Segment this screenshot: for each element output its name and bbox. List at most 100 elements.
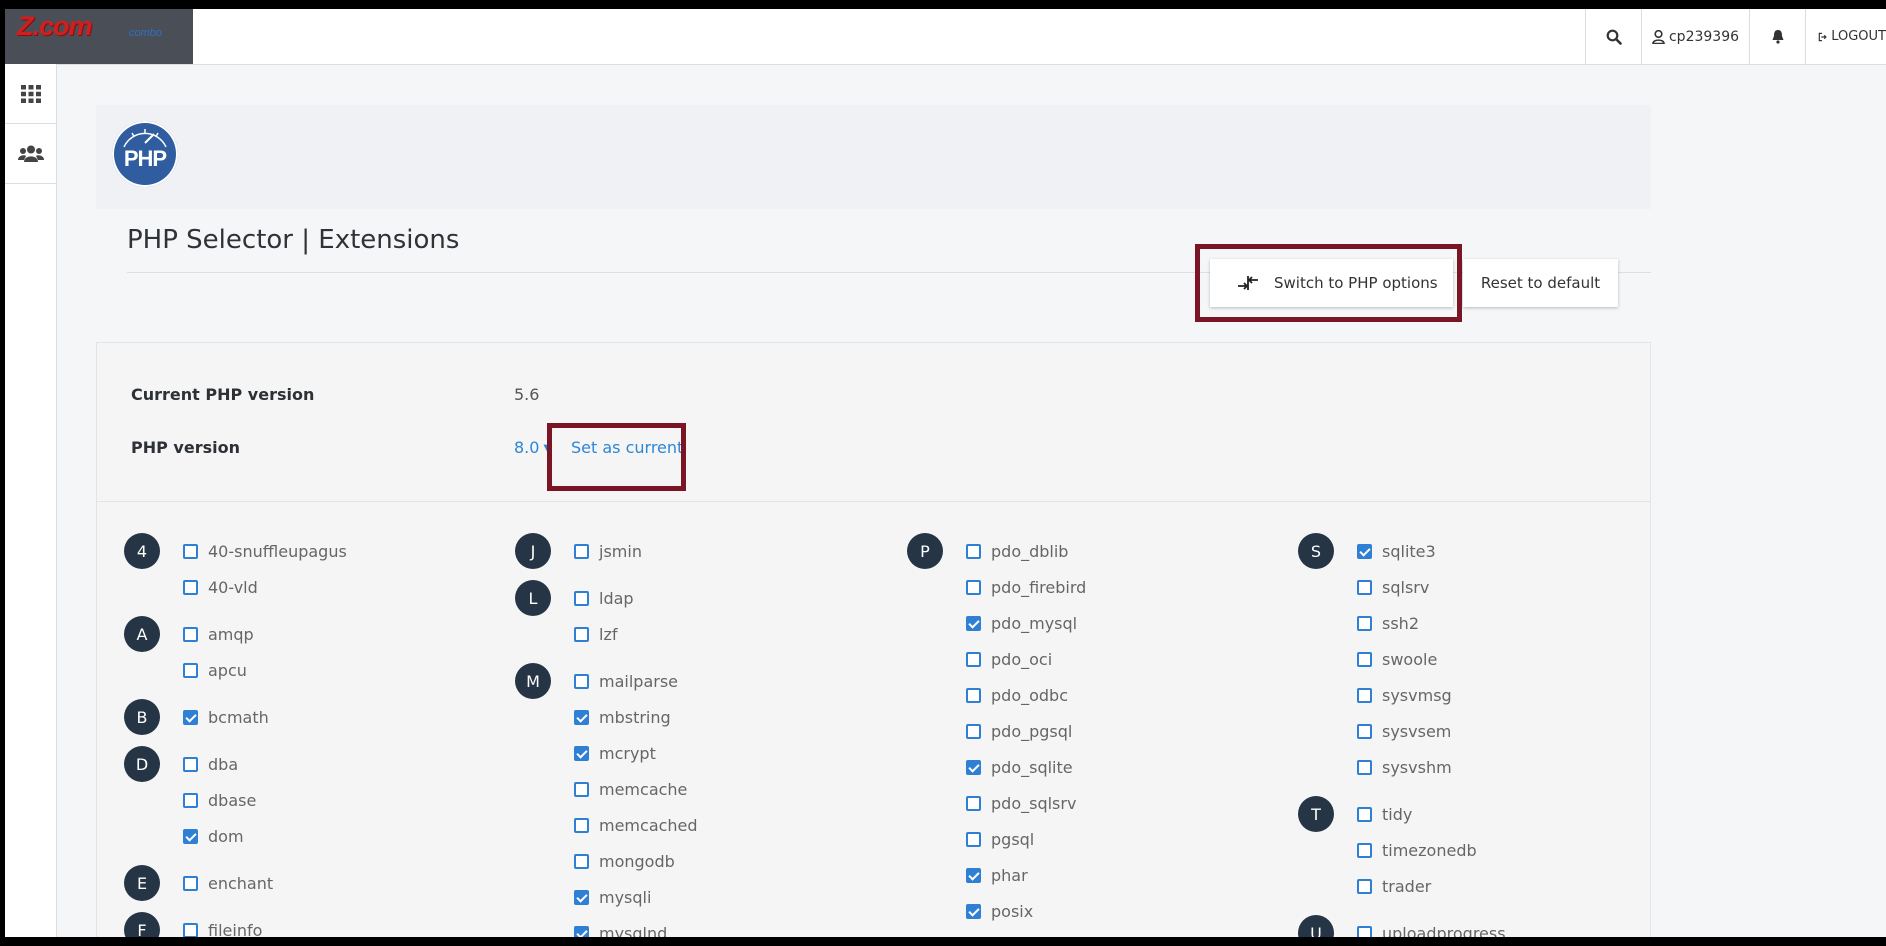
extension-item[interactable]: amqp: [183, 623, 254, 645]
extension-item[interactable]: dbase: [183, 789, 256, 811]
extension-item[interactable]: fileinfo: [183, 919, 262, 937]
extension-item[interactable]: dom: [183, 825, 244, 847]
extension-item[interactable]: sysvshm: [1357, 756, 1452, 778]
extension-checkbox[interactable]: [574, 925, 589, 937]
extension-item[interactable]: bcmath: [183, 706, 269, 728]
extension-item[interactable]: mysqli: [574, 886, 651, 908]
user-menu-button[interactable]: cp239396: [1641, 9, 1749, 64]
extension-checkbox[interactable]: [183, 709, 198, 725]
extension-item[interactable]: pdo_mysql: [966, 612, 1077, 634]
rail-users-button[interactable]: [5, 124, 56, 184]
extension-checkbox[interactable]: [966, 615, 981, 631]
extension-checkbox[interactable]: [1357, 615, 1372, 631]
extension-item[interactable]: trader: [1357, 875, 1431, 897]
extension-checkbox[interactable]: [183, 662, 198, 678]
extension-checkbox[interactable]: [183, 543, 198, 559]
extension-checkbox[interactable]: [966, 759, 981, 775]
extension-item[interactable]: sqlite3: [1357, 540, 1436, 562]
extension-item[interactable]: pdo_sqlite: [966, 756, 1073, 778]
extension-item[interactable]: mbstring: [574, 706, 671, 728]
logout-button[interactable]: LOGOUT: [1805, 9, 1886, 64]
extension-checkbox[interactable]: [183, 792, 198, 808]
extension-checkbox[interactable]: [574, 781, 589, 797]
extension-checkbox[interactable]: [574, 543, 589, 559]
extension-checkbox[interactable]: [183, 756, 198, 772]
extension-checkbox[interactable]: [1357, 842, 1372, 858]
extension-item[interactable]: 40-snuffleupagus: [183, 540, 347, 562]
extension-item[interactable]: jsmin: [574, 540, 642, 562]
extension-checkbox[interactable]: [1357, 806, 1372, 822]
extension-item[interactable]: pdo_pgsql: [966, 720, 1072, 742]
extension-item[interactable]: sqlsrv: [1357, 576, 1429, 598]
extension-item[interactable]: uploadprogress: [1357, 922, 1506, 937]
set-as-current-link[interactable]: Set as current: [571, 438, 683, 457]
extension-item[interactable]: mongodb: [574, 850, 675, 872]
extension-checkbox[interactable]: [966, 723, 981, 739]
extension-checkbox[interactable]: [574, 889, 589, 905]
extension-checkbox[interactable]: [574, 853, 589, 869]
extension-checkbox[interactable]: [966, 651, 981, 667]
extension-checkbox[interactable]: [966, 579, 981, 595]
extension-item[interactable]: 40-vld: [183, 576, 258, 598]
notifications-button[interactable]: [1749, 9, 1805, 64]
extension-item[interactable]: pdo_odbc: [966, 684, 1068, 706]
extension-item[interactable]: dba: [183, 753, 238, 775]
extension-item[interactable]: lzf: [574, 623, 617, 645]
extension-checkbox[interactable]: [1357, 759, 1372, 775]
extension-checkbox[interactable]: [966, 543, 981, 559]
php-version-dropdown[interactable]: 8.0 ▼: [514, 438, 551, 457]
extension-item[interactable]: posix: [966, 900, 1033, 922]
extension-checkbox[interactable]: [966, 831, 981, 847]
extension-item[interactable]: pdo_oci: [966, 648, 1052, 670]
extension-item[interactable]: mysqlnd: [574, 922, 667, 937]
extension-name: memcached: [599, 815, 698, 835]
extension-item[interactable]: mailparse: [574, 670, 678, 692]
extension-item[interactable]: tidy: [1357, 803, 1412, 825]
extension-checkbox[interactable]: [574, 817, 589, 833]
extension-item[interactable]: ssh2: [1357, 612, 1419, 634]
extension-checkbox[interactable]: [1357, 723, 1372, 739]
extension-checkbox[interactable]: [574, 626, 589, 642]
extension-item[interactable]: ldap: [574, 587, 634, 609]
extension-item[interactable]: mcrypt: [574, 742, 656, 764]
extension-checkbox[interactable]: [183, 922, 198, 937]
extension-item[interactable]: pdo_dblib: [966, 540, 1068, 562]
extension-checkbox[interactable]: [966, 795, 981, 811]
extension-checkbox[interactable]: [183, 875, 198, 891]
extension-checkbox[interactable]: [1357, 543, 1372, 559]
extension-checkbox[interactable]: [966, 867, 981, 883]
extension-checkbox[interactable]: [183, 579, 198, 595]
switch-to-php-options-button[interactable]: Switch to PHP options: [1210, 259, 1453, 307]
extension-checkbox[interactable]: [1357, 925, 1372, 937]
extension-checkbox[interactable]: [574, 673, 589, 689]
extension-item[interactable]: memcached: [574, 814, 698, 836]
brand-logo[interactable]: Z.com combo: [5, 9, 193, 64]
extension-checkbox[interactable]: [1357, 687, 1372, 703]
extension-item[interactable]: pdo_firebird: [966, 576, 1086, 598]
extension-name: pdo_sqlsrv: [991, 793, 1077, 813]
rail-apps-button[interactable]: [5, 64, 56, 124]
search-button[interactable]: [1585, 9, 1641, 64]
extension-checkbox[interactable]: [966, 687, 981, 703]
extension-checkbox[interactable]: [574, 590, 589, 606]
extension-checkbox[interactable]: [183, 626, 198, 642]
extension-checkbox[interactable]: [183, 828, 198, 844]
extension-item[interactable]: phar: [966, 864, 1028, 886]
extension-item[interactable]: memcache: [574, 778, 687, 800]
extension-checkbox[interactable]: [574, 709, 589, 725]
extension-item[interactable]: timezonedb: [1357, 839, 1477, 861]
extension-item[interactable]: pgsql: [966, 828, 1034, 850]
extension-checkbox[interactable]: [1357, 651, 1372, 667]
bell-icon: [1772, 30, 1783, 44]
extension-item[interactable]: swoole: [1357, 648, 1437, 670]
extension-item[interactable]: sysvmsg: [1357, 684, 1452, 706]
extension-checkbox[interactable]: [574, 745, 589, 761]
extension-checkbox[interactable]: [966, 903, 981, 919]
extension-checkbox[interactable]: [1357, 579, 1372, 595]
extension-item[interactable]: enchant: [183, 872, 273, 894]
reset-to-default-button[interactable]: Reset to default: [1463, 259, 1618, 307]
extension-item[interactable]: sysvsem: [1357, 720, 1451, 742]
extension-item[interactable]: apcu: [183, 659, 247, 681]
extension-item[interactable]: pdo_sqlsrv: [966, 792, 1076, 814]
extension-checkbox[interactable]: [1357, 878, 1372, 894]
